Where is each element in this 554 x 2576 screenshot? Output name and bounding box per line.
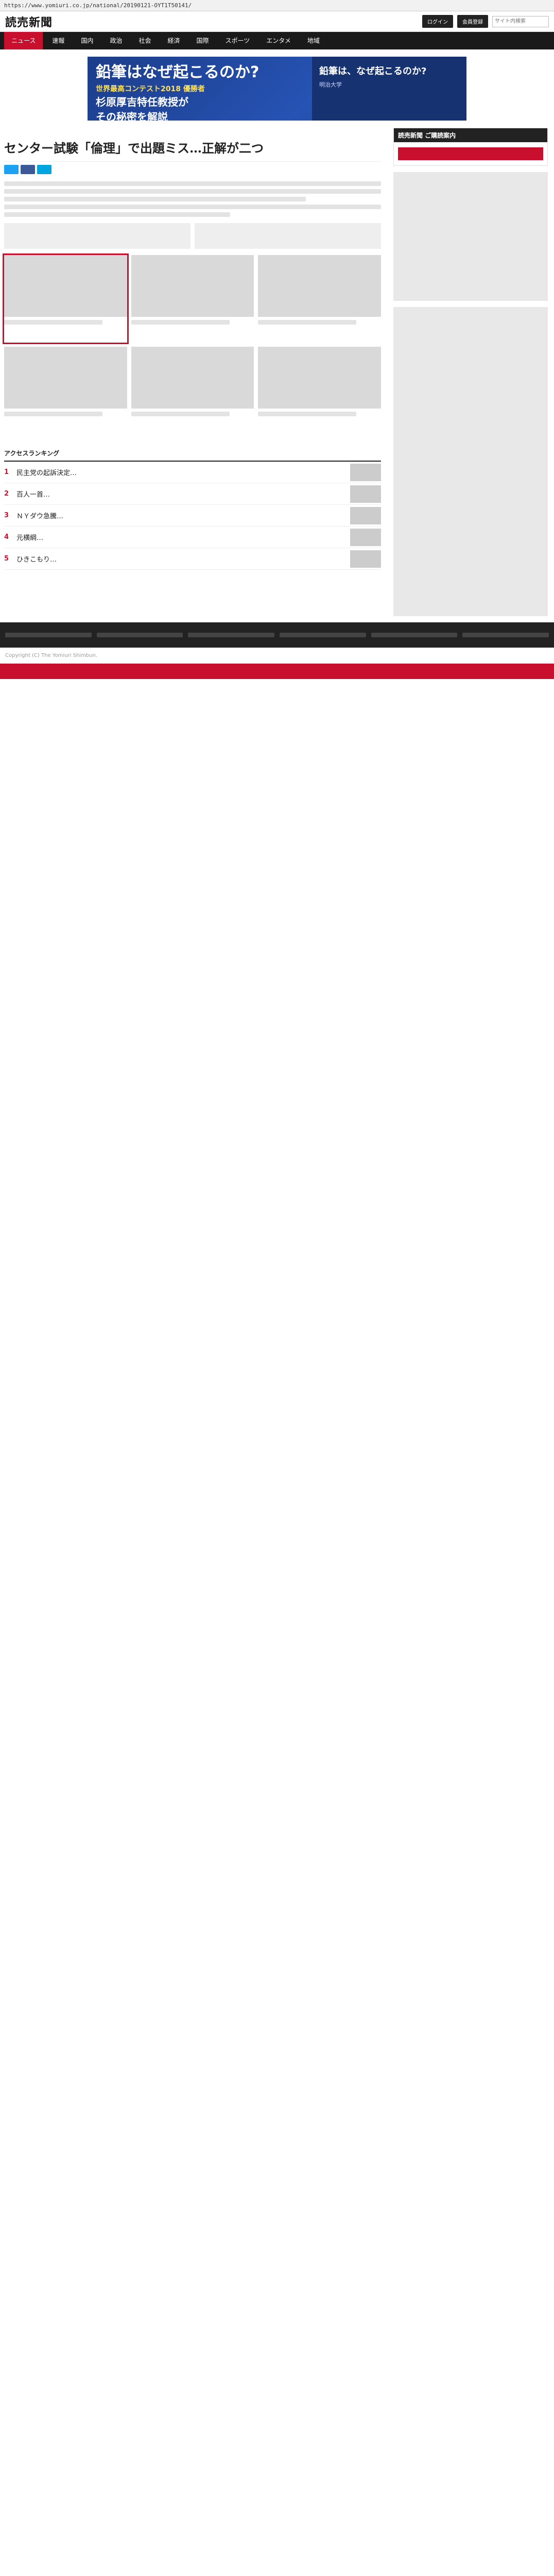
nav-item[interactable]: エンタメ [259, 32, 298, 49]
recommended-card[interactable] [131, 255, 254, 343]
facebook-share-icon[interactable] [21, 165, 35, 174]
nav-item[interactable]: ニュース [4, 32, 43, 49]
masthead: 読売新聞 ログイン 会員登録 [0, 11, 554, 32]
recommended-card[interactable] [3, 253, 129, 344]
recommended-card[interactable] [131, 347, 254, 434]
banner-right-title: 鉛筆は、なぜ起こるのか? [319, 66, 427, 77]
ranking-thumbnail [350, 550, 381, 568]
ranking-title: アクセスランキング [4, 446, 381, 462]
url-bar[interactable]: https://www.yomiuri.co.jp/national/20190… [0, 0, 554, 11]
ranking-title: ＮＹダウ急騰… [16, 513, 64, 520]
main-nav: ニュース 速報 国内 政治 社会 経済 国際 スポーツ エンタメ 地域 [0, 32, 554, 49]
article-body [4, 181, 381, 217]
ranking-thumbnail [350, 485, 381, 503]
article-headline: センター試験「倫理」で出題ミス…正解が二つ [4, 128, 381, 162]
register-button[interactable]: 会員登録 [457, 15, 488, 28]
recommended-card[interactable] [258, 255, 381, 343]
nav-item[interactable]: 政治 [102, 32, 129, 49]
ranking-number: 2 [4, 490, 9, 498]
subscribe-button[interactable] [398, 147, 543, 160]
ranking-row[interactable]: 1 民主党の起訴決定… [4, 462, 381, 483]
search-input[interactable] [492, 15, 549, 27]
ranking-thumbnail [350, 528, 381, 546]
nav-item[interactable]: 地域 [300, 32, 327, 49]
inline-ad-strip[interactable] [4, 223, 381, 249]
bottom-bar [0, 664, 554, 679]
ranking-title: ひきこもり… [16, 556, 57, 564]
ranking-row[interactable]: 3 ＮＹダウ急騰… [4, 505, 381, 527]
access-ranking: アクセスランキング 1 民主党の起訴決定… 2 百人一首… 3 ＮＹダウ急騰… 4 元横綱… 5… [4, 446, 381, 570]
recommended-grid [3, 253, 381, 434]
ranking-number: 4 [4, 533, 9, 541]
recommended-card[interactable] [258, 347, 381, 434]
share-buttons [4, 165, 381, 174]
ranking-row[interactable]: 4 元横綱… [4, 527, 381, 548]
ranking-title: 元横綱… [16, 534, 44, 542]
banner-tagline: その秘密を解説 [96, 111, 168, 121]
ranking-row[interactable]: 5 ひきこもり… [4, 548, 381, 570]
nav-item[interactable]: 速報 [45, 32, 72, 49]
ranking-thumbnail [350, 506, 381, 524]
banner-headline: 鉛筆はなぜ起こるのか? [96, 63, 259, 81]
site-logo[interactable]: 読売新聞 [5, 13, 53, 30]
nav-item[interactable]: スポーツ [218, 32, 257, 49]
ranking-number: 1 [4, 468, 9, 476]
ranking-title: 民主党の起訴決定… [16, 469, 77, 477]
recommended-card[interactable] [4, 347, 127, 434]
nav-item[interactable]: 経済 [160, 32, 187, 49]
nav-item[interactable]: 社会 [131, 32, 158, 49]
page: https://www.yomiuri.co.jp/national/20190… [0, 0, 554, 679]
banner-event: 世界最高コンテスト2018 優勝者 [96, 85, 205, 93]
bookmark-share-icon[interactable] [37, 165, 51, 174]
ranking-title: 百人一首… [16, 491, 50, 499]
top-banner-ad[interactable]: 鉛筆はなぜ起こるのか? 世界最高コンテスト2018 優勝者 杉原厚吉特任教授が … [0, 49, 554, 128]
ranking-thumbnail [350, 463, 381, 481]
ranking-number: 5 [4, 555, 9, 563]
masthead-actions: ログイン 会員登録 [422, 15, 549, 28]
main-column: センター試験「倫理」で出題ミス…正解が二つ アクセスランキング 1 民主党の起訴… [3, 128, 381, 622]
footer-sitemap [0, 622, 554, 648]
banner-person: 杉原厚吉特任教授が [96, 96, 188, 108]
nav-item[interactable]: 国際 [189, 32, 216, 49]
sidebar-ad[interactable] [393, 172, 548, 301]
ranking-row[interactable]: 2 百人一首… [4, 483, 381, 505]
twitter-share-icon[interactable] [4, 165, 19, 174]
sidebar: 読売新聞 ご購読案内 [393, 128, 548, 622]
subscribe-box: 読売新聞 ご購読案内 [393, 128, 548, 166]
ranking-number: 3 [4, 512, 9, 519]
sidebar-ad-tall[interactable] [393, 307, 548, 616]
subscribe-title: 読売新聞 ご購読案内 [394, 128, 547, 142]
nav-item[interactable]: 国内 [74, 32, 100, 49]
login-button[interactable]: ログイン [422, 15, 453, 28]
banner-right-sub: 明治大学 [319, 81, 342, 88]
copyright: Copyright (C) The Yomiuri Shimbun. [5, 653, 98, 658]
